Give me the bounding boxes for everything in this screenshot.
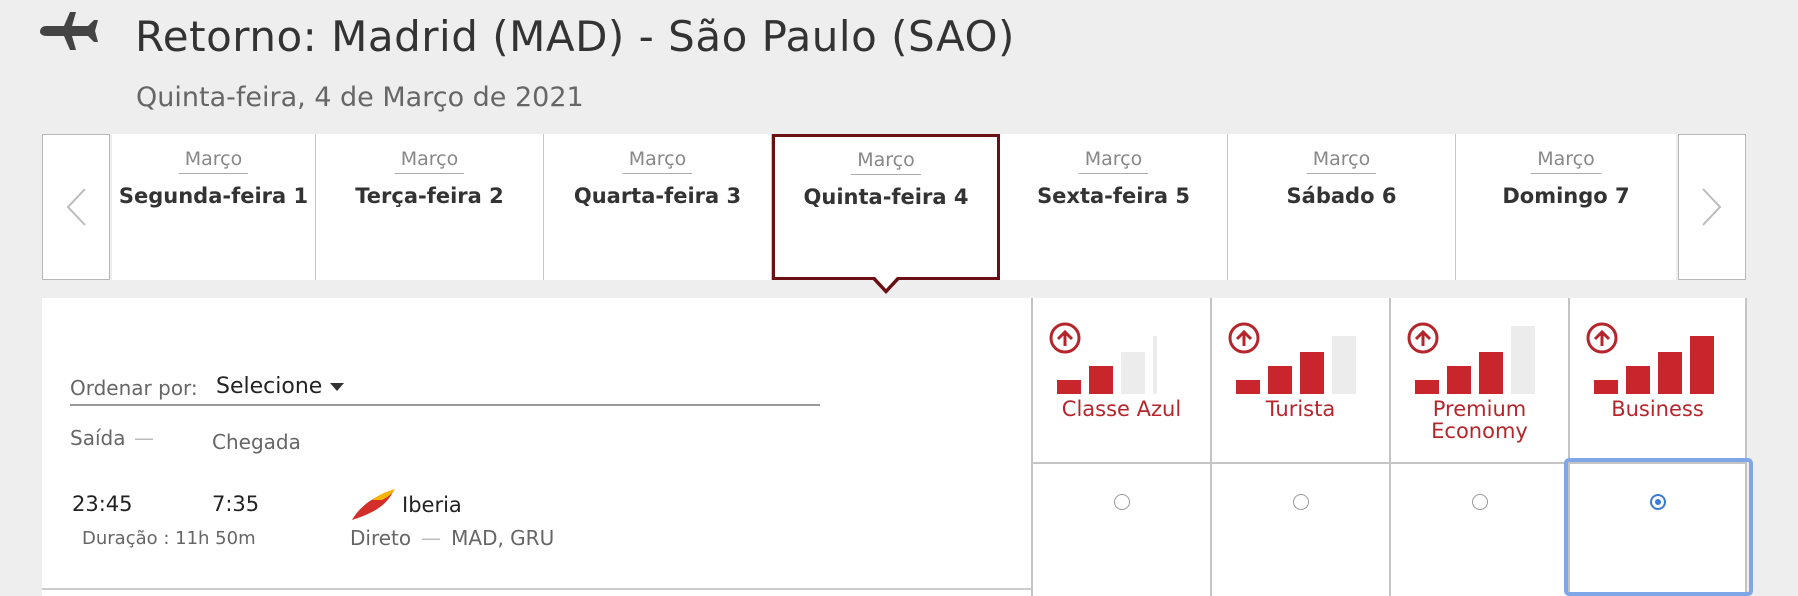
- fare-column-classe-azul: Classe Azul: [1031, 298, 1210, 596]
- date-tab-month: Março: [1531, 148, 1601, 174]
- date-tab-2[interactable]: Março Terça-feira 2: [316, 134, 544, 280]
- fare-header: Turista: [1212, 298, 1389, 464]
- fare-options: Classe Azul Turista Premium Economy Busi…: [1031, 298, 1753, 596]
- fare-header: Premium Economy: [1391, 298, 1568, 464]
- flight-results: Ordenar por: Selecione Saída — Chegada 2…: [42, 298, 1753, 596]
- row-divider: [42, 588, 1032, 590]
- plane-icon: [40, 12, 98, 50]
- date-tab-month: Março: [1306, 148, 1377, 174]
- sort-control: Ordenar por: Selecione: [70, 374, 820, 406]
- date-tab-7[interactable]: Março Domingo 7: [1456, 134, 1676, 280]
- date-tab-5[interactable]: Março Sexta-feira 5: [1000, 134, 1228, 280]
- fare-column-turista: Turista: [1210, 298, 1389, 596]
- airline-name: Iberia: [402, 493, 462, 517]
- arrival-column-header: Chegada: [212, 430, 301, 454]
- flight-duration: Duração : 11h 50m: [82, 528, 256, 549]
- departure-time: 23:45: [72, 492, 133, 516]
- fare-level-bars-icon: [1586, 322, 1714, 394]
- fare-level-bars-icon: [1228, 322, 1356, 394]
- fare-select-premium-economy[interactable]: [1391, 464, 1568, 596]
- radio-button[interactable]: [1292, 494, 1309, 510]
- chevron-left-icon: [66, 188, 86, 226]
- fare-select-turista[interactable]: [1212, 464, 1389, 596]
- sort-label: Ordenar por:: [70, 376, 198, 400]
- caret-down-icon: [330, 383, 345, 391]
- date-selector: Março Segunda-feira 1 Março Terça-feira …: [42, 134, 1746, 294]
- radio-button[interactable]: [1113, 494, 1130, 510]
- sort-value: Selecione: [216, 374, 323, 399]
- next-date-button[interactable]: [1678, 134, 1746, 280]
- fare-level-bars-icon: [1049, 322, 1157, 394]
- fare-level-bars-icon: [1407, 322, 1535, 394]
- arrival-time: 7:35: [212, 492, 260, 516]
- date-tab-label: Quarta-feira 3: [573, 184, 742, 208]
- stops-label: Direto: [350, 526, 412, 550]
- route-airports: MAD, GRU: [451, 526, 555, 550]
- iberia-logo-icon: [352, 489, 395, 520]
- fare-name: Premium Economy: [1431, 397, 1528, 443]
- fare-header: Business: [1570, 298, 1745, 464]
- date-tab-label: Sábado 6: [1286, 184, 1397, 208]
- prev-date-button[interactable]: [42, 134, 110, 280]
- date-tab-label: Sexta-feira 5: [1037, 184, 1190, 208]
- chevron-right-icon: [1702, 188, 1722, 226]
- date-tab-4-selected[interactable]: Março Quinta-feira 4: [772, 134, 1000, 294]
- date-tab-1[interactable]: Março Segunda-feira 1: [112, 134, 316, 280]
- fare-column-business: Business: [1564, 298, 1753, 596]
- fare-column-premium-economy: Premium Economy: [1389, 298, 1568, 596]
- date-tab-label: Domingo 7: [1502, 184, 1630, 208]
- stops-separator: —: [421, 526, 442, 550]
- date-tabs: Março Segunda-feira 1 Março Terça-feira …: [112, 134, 1676, 294]
- date-tab-month: Março: [851, 149, 921, 175]
- fare-name: Turista: [1265, 397, 1336, 421]
- date-tab-month: Março: [622, 148, 693, 174]
- date-tab-month: Março: [1078, 148, 1149, 174]
- radio-button[interactable]: [1471, 494, 1488, 510]
- page-title: Retorno: Madrid (MAD) - São Paulo (SAO): [135, 12, 1015, 61]
- travel-date: Quinta-feira, 4 de Março de 2021: [136, 82, 584, 113]
- date-tab-month: Março: [178, 148, 249, 174]
- sort-dropdown[interactable]: Selecione: [216, 374, 345, 399]
- date-tab-month: Março: [394, 148, 465, 174]
- fare-name: Classe Azul: [1061, 397, 1182, 421]
- fare-header: Classe Azul: [1033, 298, 1210, 464]
- radio-button-selected[interactable]: [1649, 494, 1666, 510]
- fare-select-business[interactable]: [1564, 458, 1753, 596]
- date-tab-label: Terça-feira 2: [355, 184, 504, 208]
- fare-name: Business: [1611, 397, 1704, 421]
- date-tab-3[interactable]: Março Quarta-feira 3: [544, 134, 772, 280]
- date-tab-label: Segunda-feira 1: [118, 184, 309, 208]
- date-tab-6[interactable]: Março Sábado 6: [1228, 134, 1456, 280]
- fare-select-classe-azul[interactable]: [1033, 464, 1210, 596]
- departure-column-header: Saída: [70, 426, 126, 450]
- date-tab-label: Quinta-feira 4: [803, 185, 969, 209]
- flight-stops: Direto — MAD, GRU: [350, 526, 554, 550]
- focus-ring: [1564, 458, 1753, 596]
- column-separator: —: [134, 426, 154, 450]
